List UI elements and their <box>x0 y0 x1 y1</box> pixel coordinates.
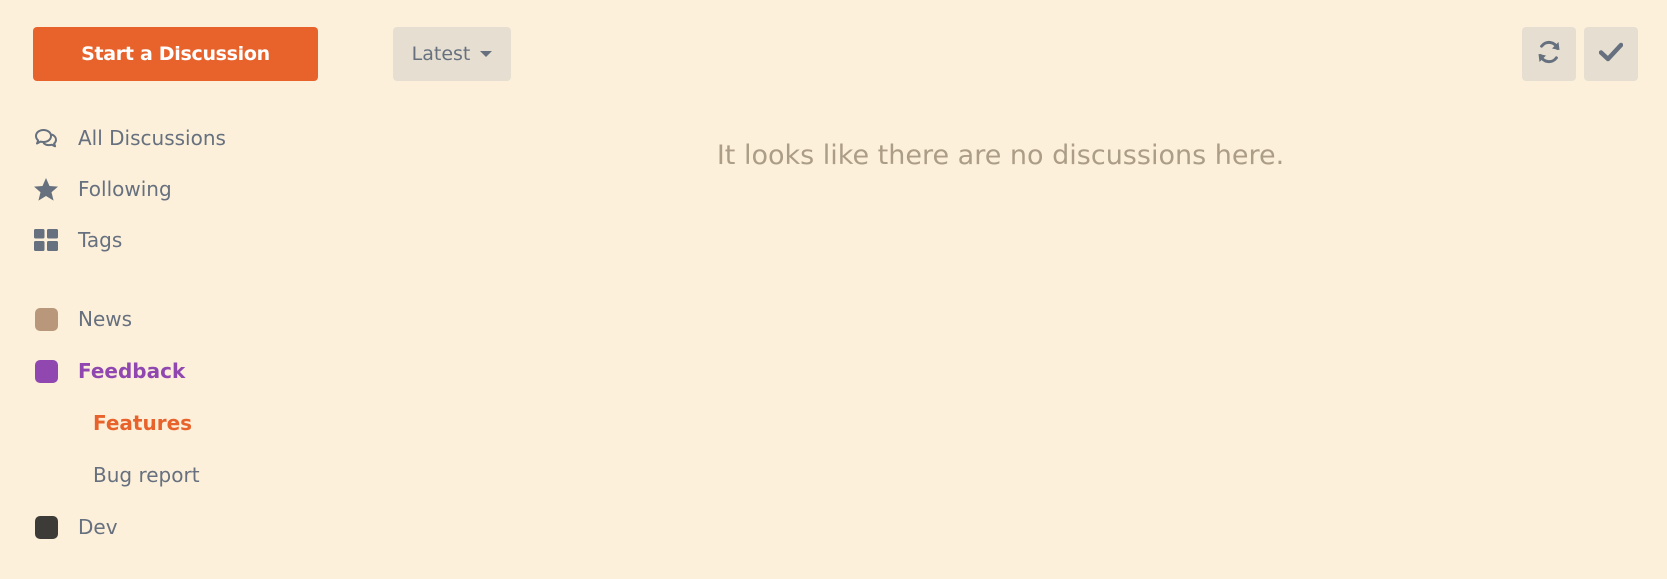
chevron-down-icon <box>480 51 493 57</box>
sidebar-item-label: Feedback <box>78 359 186 383</box>
chat-bubbles-icon <box>33 125 59 151</box>
sidebar-item-features[interactable]: Features <box>93 405 192 441</box>
star-icon <box>33 176 59 202</box>
sidebar-item-label: Following <box>78 177 172 201</box>
sidebar-item-all-discussions[interactable]: All Discussions <box>33 120 226 156</box>
sidebar-item-news[interactable]: News <box>33 301 132 337</box>
sort-dropdown[interactable]: Latest <box>393 27 511 81</box>
sidebar-item-following[interactable]: Following <box>33 171 172 207</box>
sidebar-item-bug-report[interactable]: Bug report <box>93 457 200 493</box>
tag-color-swatch <box>33 306 59 332</box>
tag-color-swatch <box>33 358 59 384</box>
sort-label: Latest <box>411 43 471 65</box>
mark-all-read-button[interactable] <box>1584 27 1638 81</box>
grid-icon <box>33 227 59 253</box>
sidebar-item-dev[interactable]: Dev <box>33 509 118 545</box>
start-discussion-button[interactable]: Start a Discussion <box>33 27 318 81</box>
empty-state-message: It looks like there are no discussions h… <box>716 140 1285 171</box>
sidebar-item-label: Dev <box>78 515 118 539</box>
refresh-button[interactable] <box>1522 27 1576 81</box>
refresh-icon <box>1536 39 1562 69</box>
check-icon <box>1598 42 1624 66</box>
sidebar-item-tags[interactable]: Tags <box>33 222 122 258</box>
sidebar-item-label: All Discussions <box>78 126 226 150</box>
sidebar: Start a Discussion All Discussions Follo… <box>0 0 330 579</box>
sidebar-item-label: Tags <box>78 228 123 252</box>
tag-color-swatch <box>33 514 59 540</box>
sidebar-item-label: News <box>78 307 133 331</box>
page: Start a Discussion All Discussions Follo… <box>0 0 1667 579</box>
sidebar-item-feedback[interactable]: Feedback <box>33 353 185 389</box>
